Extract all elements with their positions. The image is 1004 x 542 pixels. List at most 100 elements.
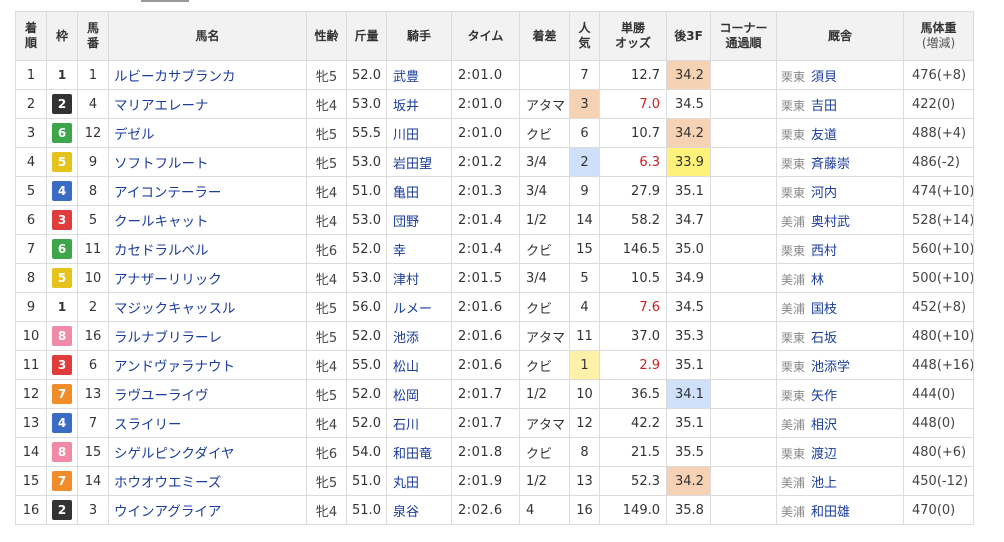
frame-badge: 2 [52,500,72,520]
header-horse-no: 馬番 [77,11,109,61]
margin-cell: 1/2 [519,379,570,409]
table-row: 5 4 8 アイコンテーラー 牝4 51.0 亀田 2:01.3 3/4 9 27.9 35.1 栗東河… [15,176,974,206]
horse-name-link[interactable]: ラルナブリラーレ [108,321,307,351]
trainer-link[interactable]: 西村 [811,244,837,259]
last3f-cell: 33.9 [666,147,711,177]
finish-cell: 5 [15,176,47,206]
frame-badge: 5 [52,152,72,172]
finish-cell: 16 [15,495,47,525]
table-row: 9 1 2 マジックキャッスル 牝5 56.0 ルメー 2:01.6 クビ 4 7.6 34.5 美浦国… [15,292,974,322]
popularity-cell: 15 [569,234,600,264]
horse-no-cell: 10 [77,263,109,293]
frame-badge: 3 [52,355,72,375]
table-row: 10 8 16 ラルナブリラーレ 牝5 52.0 池添 2:01.6 アタマ 11 37.0 35.3… [15,321,974,351]
sex-age-cell: 牝5 [306,321,347,351]
horse-name-link[interactable]: クールキャット [108,205,307,235]
corner-cell [710,466,777,496]
popularity-cell: 12 [569,408,600,438]
jockey-link[interactable]: 坂井 [386,89,452,119]
horse-no-cell: 14 [77,466,109,496]
header-last3f: 後3F [666,11,711,61]
weight-carried-cell: 53.0 [346,205,387,235]
trainer-link[interactable]: 斉藤崇 [811,157,850,172]
horse-name-link[interactable]: シゲルピンクダイヤ [108,437,307,467]
jockey-link[interactable]: 川田 [386,118,452,148]
body-weight-cell: 528(+14) [903,205,974,235]
horse-no-cell: 9 [77,147,109,177]
horse-name-link[interactable]: マリアエレーナ [108,89,307,119]
result-body: 1 1 1 ルビーカサブランカ 牝5 52.0 武豊 2:01.0 7 12.7 34.2 栗東 須貝 4… [15,60,974,525]
stable-region: 栗東 [781,69,806,84]
time-cell: 2:01.2 [451,147,520,177]
jockey-link[interactable]: 松岡 [386,379,452,409]
corner-cell [710,437,777,467]
jockey-link[interactable]: 幸 [386,234,452,264]
horse-name-link[interactable]: ソフトフルート [108,147,307,177]
trainer-link[interactable]: 矢作 [811,389,837,404]
trainer-link[interactable]: 林 [811,273,824,288]
trainer-link[interactable]: 須貝 [811,70,837,85]
trainer-link[interactable]: 友道 [811,128,837,143]
popularity-cell: 8 [569,437,600,467]
horse-name-link[interactable]: アナザーリリック [108,263,307,293]
horse-no-cell: 7 [77,408,109,438]
frame-badge: 4 [52,413,72,433]
trainer-link[interactable]: 国枝 [811,302,837,317]
time-cell: 2:01.6 [451,350,520,380]
horse-no-cell: 2 [77,292,109,322]
jockey-link[interactable]: 津村 [386,263,452,293]
trainer-link[interactable]: 河内 [811,186,837,201]
time-cell: 2:01.6 [451,292,520,322]
finish-cell: 10 [15,321,47,351]
trainer-link[interactable]: 吉田 [811,99,837,114]
jockey-link[interactable]: 松山 [386,350,452,380]
jockey-link[interactable]: 武豊 [386,60,452,90]
table-row: 13 4 7 スライリー 牝4 52.0 石川 2:01.7 アタマ 12 42.2 35.1 美浦 相沢… [15,408,974,438]
weight-carried-cell: 51.0 [346,495,387,525]
trainer-link[interactable]: 相沢 [811,418,837,433]
horse-name-link[interactable]: アンドヴァラナウト [108,350,307,380]
jockey-link[interactable]: 岩田望 [386,147,452,177]
jockey-link[interactable]: 亀田 [386,176,452,206]
popularity-cell: 1 [569,350,600,380]
body-weight-cell: 448(0) [903,408,974,438]
sex-age-cell: 牝5 [306,147,347,177]
jockey-link[interactable]: 丸田 [386,466,452,496]
jockey-link[interactable]: ルメー [386,292,452,322]
sex-age-cell: 牝4 [306,495,347,525]
trainer-link[interactable]: 池添学 [811,360,850,375]
horse-name-link[interactable]: ホウオウエミーズ [108,466,307,496]
trainer-link[interactable]: 和田雄 [811,505,850,520]
jockey-link[interactable]: 団野 [386,205,452,235]
jockey-link[interactable]: 石川 [386,408,452,438]
horse-name-link[interactable]: カセドラルベル [108,234,307,264]
corner-cell [710,495,777,525]
jockey-link[interactable]: 和田竜 [386,437,452,467]
trainer-link[interactable]: 石坂 [811,331,837,346]
weight-carried-cell: 51.0 [346,466,387,496]
horse-name-link[interactable]: ウインアグライア [108,495,307,525]
horse-name-link[interactable]: スライリー [108,408,307,438]
odds-cell: 52.3 [599,466,667,496]
jockey-link[interactable]: 泉谷 [386,495,452,525]
trainer-link[interactable]: 奥村武 [811,215,850,230]
frame-cell: 6 [46,234,78,264]
horse-name-link[interactable]: ルビーカサブランカ [108,60,307,90]
odds-cell: 10.5 [599,263,667,293]
horse-name-link[interactable]: アイコンテーラー [108,176,307,206]
horse-name-link[interactable]: ラヴユーライヴ [108,379,307,409]
header-corner: コーナー 通過順 [710,11,777,61]
horse-name-link[interactable]: マジックキャッスル [108,292,307,322]
horse-name-link[interactable]: デゼル [108,118,307,148]
last3f-cell: 34.5 [666,89,711,119]
table-row: 3 6 12 デゼル 牝5 55.5 川田 2:01.0 クビ 6 10.7 34.2 栗東 友道 488(… [15,118,974,148]
frame-badge: 5 [52,268,72,288]
jockey-link[interactable]: 池添 [386,321,452,351]
frame-badge: 8 [52,326,72,346]
horse-no-cell: 15 [77,437,109,467]
finish-cell: 8 [15,263,47,293]
stable-region: 栗東 [781,243,806,258]
trainer-link[interactable]: 渡辺 [811,447,837,462]
trainer-link[interactable]: 池上 [811,476,837,491]
corner-cell [710,408,777,438]
